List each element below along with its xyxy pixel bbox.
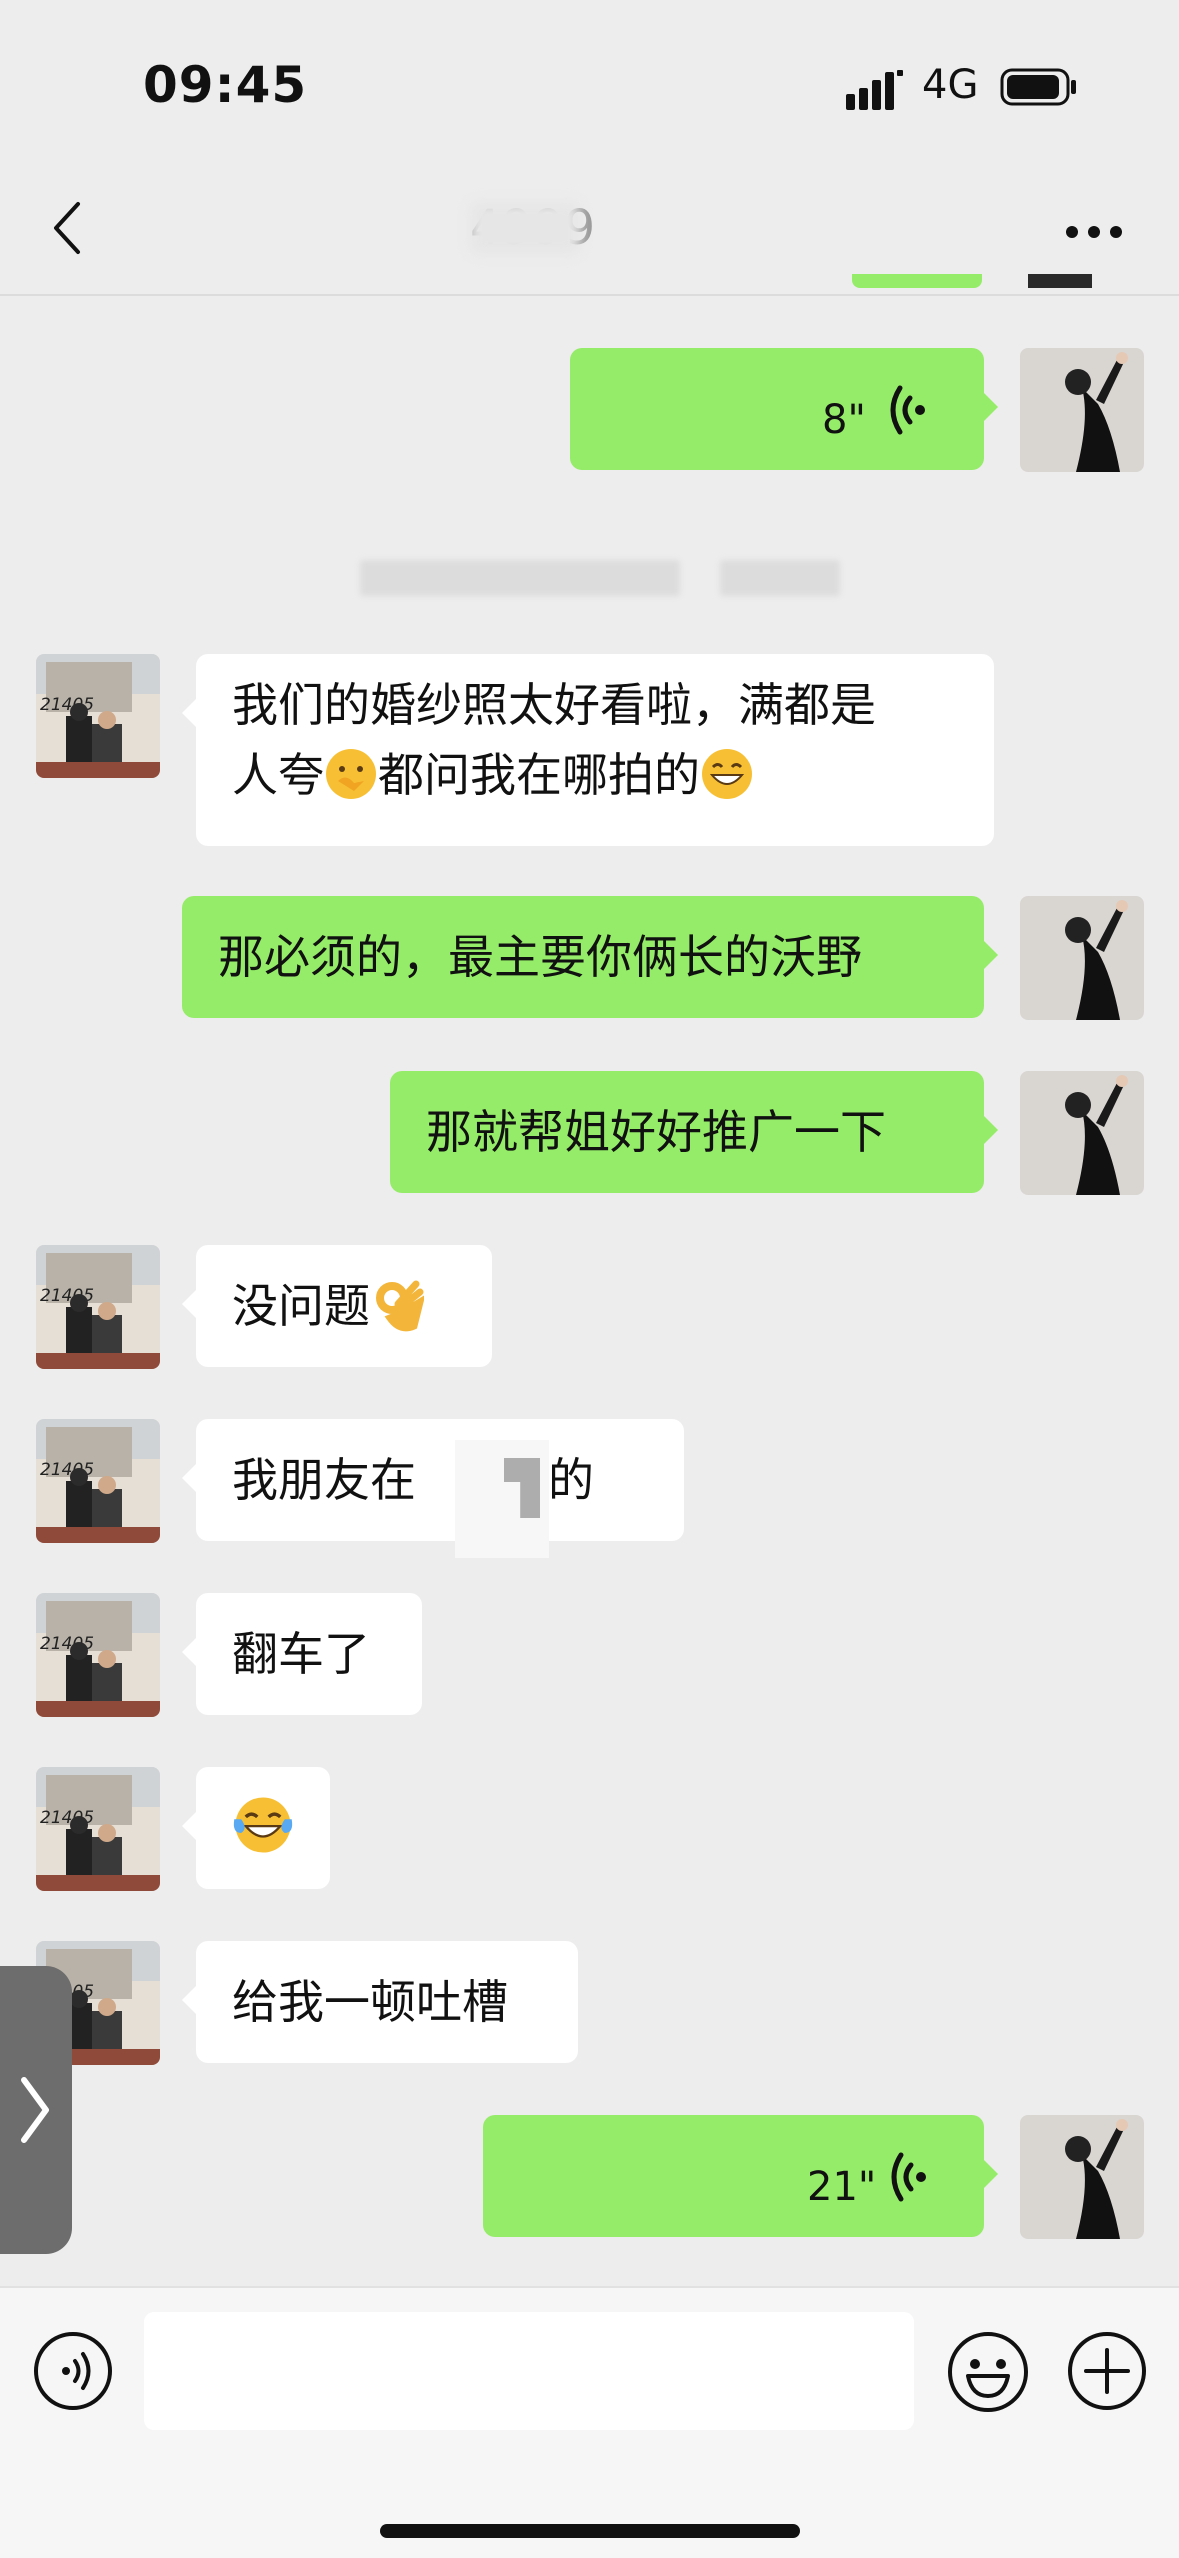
ok-hand-emoji bbox=[376, 1280, 424, 1332]
avatar-contact[interactable]: 21405 bbox=[36, 1593, 160, 1717]
message-text: 给我一顿吐槽 bbox=[232, 1975, 508, 2029]
message-bubble[interactable]: 给我一顿吐槽 bbox=[182, 1941, 578, 2063]
message-bubble[interactable]: 我朋友在拍的 bbox=[182, 1419, 684, 1541]
message-input[interactable] bbox=[144, 2312, 914, 2430]
message-text-line1: 我们的婚纱照太好看啦，满都是 bbox=[232, 678, 876, 732]
message-text: 翻车了 bbox=[232, 1627, 370, 1681]
timestamp bbox=[360, 560, 680, 596]
network-type: 4G bbox=[922, 62, 979, 108]
voice-duration: 8" bbox=[822, 397, 866, 443]
status-bar: 09:45 4G bbox=[0, 0, 1179, 170]
avatar-contact[interactable]: 21405 bbox=[36, 1245, 160, 1369]
message-bubble[interactable]: 那就帮姐好好推广一下 bbox=[390, 1071, 998, 1193]
plus-icon[interactable] bbox=[1066, 2330, 1148, 2412]
back-icon[interactable] bbox=[48, 198, 88, 258]
voice-message-bubble[interactable]: 21" bbox=[483, 2115, 998, 2237]
emoji-icon[interactable] bbox=[946, 2330, 1030, 2414]
thinking-face-emoji bbox=[326, 749, 376, 799]
chevron-right-icon bbox=[21, 2077, 49, 2143]
message-text: 我朋友在 bbox=[232, 1453, 416, 1507]
home-indicator[interactable] bbox=[380, 2524, 800, 2538]
partial-avatar bbox=[1028, 274, 1092, 288]
title-redaction bbox=[470, 202, 580, 254]
message-text: 都问我在哪拍的 bbox=[378, 748, 700, 802]
timestamp-part bbox=[720, 560, 840, 596]
tears-of-joy-emoji bbox=[233, 1797, 293, 1853]
avatar-self[interactable] bbox=[1020, 348, 1144, 472]
chat-header: 4999 bbox=[0, 170, 1179, 296]
voice-duration: 21" bbox=[807, 2164, 877, 2210]
message-text: 人夸 bbox=[232, 748, 324, 802]
message-bubble[interactable] bbox=[182, 1767, 330, 1889]
message-bubble[interactable]: 那必须的，最主要你俩长的沃野 bbox=[182, 896, 998, 1018]
avatar-self[interactable] bbox=[1020, 2115, 1144, 2239]
avatar-self[interactable] bbox=[1020, 1071, 1144, 1195]
voice-icon bbox=[890, 385, 925, 435]
avatar-self[interactable] bbox=[1020, 896, 1144, 1020]
voice-toggle-icon[interactable] bbox=[32, 2330, 114, 2412]
avatar-contact[interactable]: 21405 bbox=[36, 654, 160, 778]
message-text: 那必须的，最主要你俩长的沃野 bbox=[218, 930, 862, 984]
message-bubble[interactable]: 我们的婚纱照太好看啦，满都是 人夸 都问我在哪拍的 bbox=[182, 654, 994, 846]
partial-bubble bbox=[852, 274, 982, 288]
floating-side-tab[interactable] bbox=[0, 1966, 72, 2254]
signal-icon bbox=[846, 70, 903, 110]
message-bubble[interactable]: 没问题 bbox=[182, 1245, 492, 1367]
message-bubble[interactable]: 翻车了 bbox=[182, 1593, 422, 1715]
grinning-face-emoji bbox=[702, 749, 752, 799]
voice-message-bubble[interactable]: 8" bbox=[570, 348, 998, 470]
message-text: 没问题 bbox=[232, 1279, 370, 1333]
voice-icon bbox=[891, 2152, 926, 2202]
more-icon[interactable] bbox=[1064, 224, 1124, 240]
avatar-contact[interactable]: 21405 bbox=[36, 1767, 160, 1891]
status-time: 09:45 bbox=[143, 56, 308, 114]
avatar-contact[interactable]: 21405 bbox=[36, 1419, 160, 1543]
input-bar bbox=[0, 2286, 1179, 2558]
battery-icon bbox=[1000, 68, 1076, 106]
message-text-line2: 人夸 都问我在哪拍的 bbox=[232, 740, 958, 810]
message-text: 那就帮姐好好推广一下 bbox=[426, 1105, 886, 1159]
